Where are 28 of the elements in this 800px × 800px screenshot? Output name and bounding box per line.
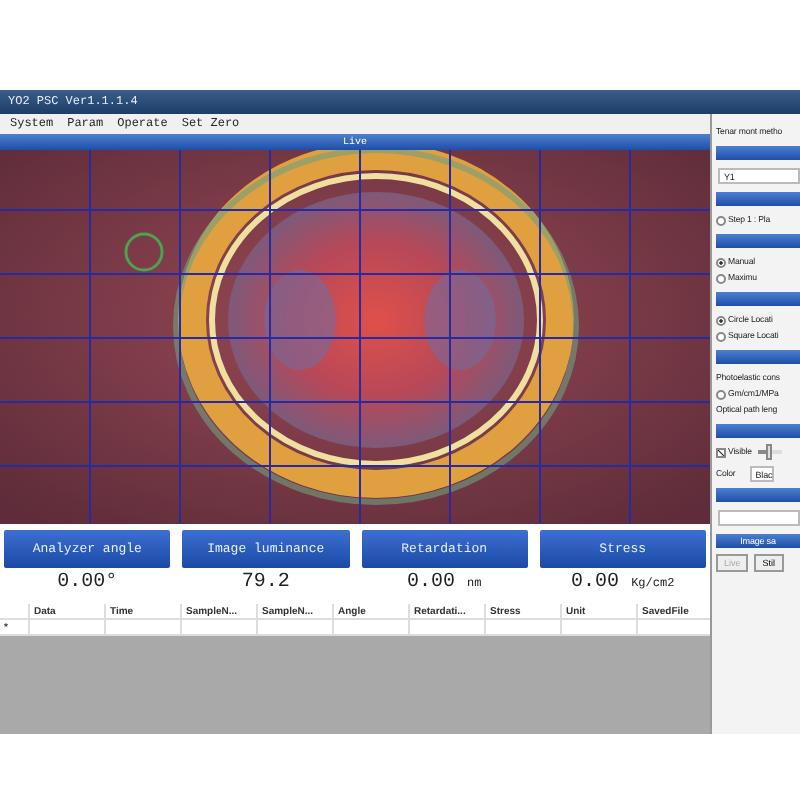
section-bar	[716, 146, 800, 160]
checkbox[interactable]	[716, 447, 726, 457]
table-cell[interactable]	[486, 620, 562, 636]
gauge-value: 0.00	[571, 572, 620, 594]
radio-button[interactable]	[716, 389, 726, 399]
table-cell[interactable]	[334, 620, 410, 636]
table-cell[interactable]	[258, 620, 334, 636]
section-bar	[716, 424, 800, 438]
radio-button[interactable]	[716, 315, 726, 325]
section-bar	[716, 234, 800, 248]
gauge-value: 0.00°	[57, 572, 118, 594]
table-cell[interactable]	[562, 620, 638, 636]
gauge-value: 79.2	[241, 572, 290, 594]
section-bar	[716, 192, 800, 206]
slider-thumb[interactable]	[766, 444, 773, 460]
section-bar	[716, 488, 800, 502]
table-cell[interactable]	[106, 620, 182, 636]
radio-button[interactable]	[716, 273, 726, 283]
radio-button[interactable]	[716, 215, 726, 225]
section-bar	[716, 350, 800, 364]
gauge-value: 0.00	[407, 572, 456, 594]
section-bar	[716, 292, 800, 306]
radio-button[interactable]	[716, 331, 726, 341]
table-cell[interactable]	[182, 620, 258, 636]
table-cell[interactable]	[410, 620, 486, 636]
input-field[interactable]	[718, 510, 800, 526]
radio-button[interactable]	[716, 257, 726, 267]
table-cell[interactable]	[30, 620, 106, 636]
